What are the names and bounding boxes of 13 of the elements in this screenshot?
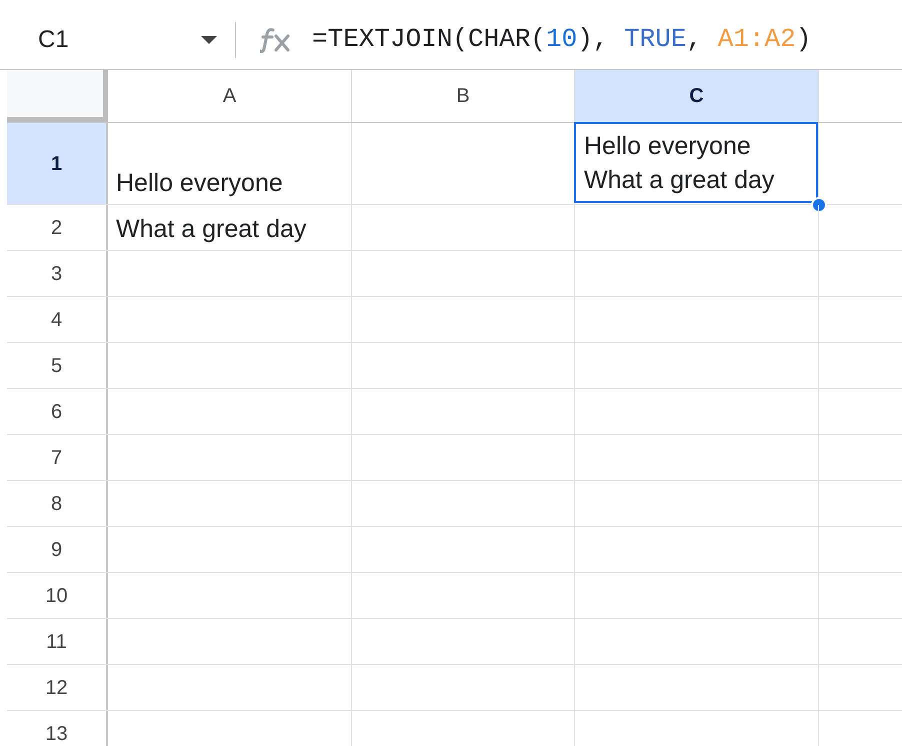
formula-field[interactable]: =TEXTJOIN(CHAR(10), TRUE, A1:A2): [312, 20, 902, 59]
function-icon: [260, 26, 292, 52]
cell-reference: C1: [38, 24, 70, 54]
row-header[interactable]: 1: [7, 123, 108, 204]
column-header[interactable]: C: [575, 70, 819, 122]
fill-handle[interactable]: [811, 197, 827, 213]
cell-text: Hello everyone: [116, 168, 284, 199]
selected-cell[interactable]: Hello everyone What a great day: [574, 122, 818, 203]
cell-text: What a great day: [584, 165, 776, 196]
dropdown-caret-icon[interactable]: [201, 36, 217, 44]
cell-text: Hello everyone: [584, 131, 752, 162]
cell-text: What a great day: [116, 214, 308, 245]
corner-cell[interactable]: [7, 70, 108, 122]
